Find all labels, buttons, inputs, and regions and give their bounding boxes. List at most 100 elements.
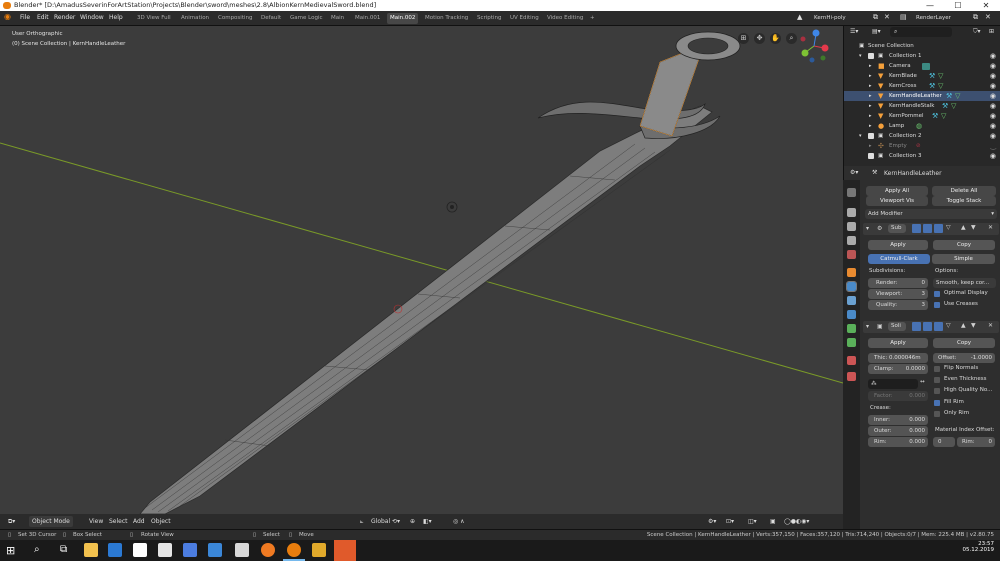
outliner-row-collection-1[interactable]: ▾ ▣ Collection 1 ◉ bbox=[844, 51, 1000, 61]
menu-file[interactable]: File bbox=[20, 14, 30, 21]
even-thickness-checkbox[interactable] bbox=[934, 377, 940, 383]
mode-selector[interactable]: Object Mode bbox=[29, 516, 73, 527]
viewport-levels-field[interactable]: Viewport: 3 bbox=[868, 289, 928, 299]
maximize-button[interactable]: ☐ bbox=[944, 0, 972, 11]
delete-all-button[interactable]: Delete All bbox=[932, 186, 996, 196]
particles-tab-icon[interactable] bbox=[847, 296, 856, 305]
copy-layer-icon[interactable]: ⧉ bbox=[973, 13, 978, 22]
eye-icon[interactable]: ◉ bbox=[990, 101, 996, 111]
modifier-tab-icon[interactable] bbox=[846, 281, 857, 292]
apply-all-button[interactable]: Apply All bbox=[866, 186, 928, 196]
material-rim-offset-field[interactable]: Rim: 0 bbox=[957, 437, 995, 447]
only-rim-checkbox[interactable] bbox=[934, 411, 940, 417]
windows-start-icon[interactable]: ⊞ bbox=[6, 544, 15, 557]
move-down-icon[interactable]: ▼ bbox=[971, 322, 976, 329]
proportional-edit-icon[interactable]: ◎ ∧ bbox=[453, 518, 465, 525]
active-app-icon[interactable] bbox=[334, 540, 356, 561]
search-icon[interactable]: ⌕ bbox=[34, 544, 40, 555]
view-menu[interactable]: View bbox=[89, 518, 103, 525]
calculator-icon[interactable] bbox=[235, 543, 249, 557]
subsurf-apply-button[interactable]: Apply bbox=[868, 240, 928, 250]
blender-taskbar-icon[interactable] bbox=[287, 543, 301, 557]
clamp-field[interactable]: Clamp: 0.0000 bbox=[868, 364, 928, 374]
material-offset-field[interactable]: 0 bbox=[933, 437, 955, 447]
collapse-arrow-icon[interactable]: ▾ bbox=[866, 225, 869, 232]
close-window-button[interactable]: ✕ bbox=[972, 0, 1000, 11]
flip-normals-checkbox[interactable] bbox=[934, 366, 940, 372]
eye-icon[interactable]: ◉ bbox=[990, 151, 996, 161]
outliner-row-camera[interactable]: ▸ ■ Camera ◉ bbox=[844, 61, 1000, 71]
output-tab-icon[interactable] bbox=[847, 222, 856, 231]
use-creases-checkbox[interactable] bbox=[934, 302, 940, 308]
outliner-row-kernhandleleather[interactable]: ▸ ▼ KernHandleLeather ⚒ ▽ ◉ bbox=[844, 91, 1000, 101]
eye-icon[interactable]: ◉ bbox=[990, 121, 996, 131]
display-mode-icon[interactable]: ▤▾ bbox=[872, 28, 881, 35]
object-tab-icon[interactable] bbox=[847, 268, 856, 277]
tab-main-002[interactable]: Main.002 bbox=[387, 13, 419, 24]
view-layer-tab-icon[interactable] bbox=[847, 236, 856, 245]
snap-target-icon[interactable]: ◧▾ bbox=[423, 518, 432, 525]
edit-mode-icon[interactable] bbox=[912, 224, 921, 233]
checkbox-icon[interactable] bbox=[868, 53, 874, 59]
eye-icon[interactable]: ◉ bbox=[990, 91, 996, 101]
texture-tab-icon[interactable] bbox=[847, 372, 856, 381]
expand-arrow-icon[interactable]: ▸ bbox=[869, 91, 872, 101]
solidify-name-field[interactable]: Soli bbox=[888, 322, 906, 331]
eye-icon[interactable]: ◉ bbox=[990, 81, 996, 91]
checkbox-icon[interactable] bbox=[868, 153, 874, 159]
clock[interactable]: 23:57 05.12.2019 bbox=[963, 541, 995, 553]
pivot-icon[interactable]: ⟲▾ bbox=[392, 518, 400, 525]
viewport-display-icon[interactable] bbox=[923, 224, 932, 233]
expand-arrow-icon[interactable]: ▸ bbox=[869, 81, 872, 91]
snap-icon[interactable]: ⊕ bbox=[410, 518, 415, 525]
remove-modifier-icon[interactable]: ✕ bbox=[988, 322, 993, 329]
photos-icon[interactable] bbox=[183, 543, 197, 557]
toggle-stack-button[interactable]: Toggle Stack bbox=[932, 196, 996, 206]
tab-video-editing[interactable]: Video Editing bbox=[544, 13, 586, 24]
cage-icon[interactable]: ▽ bbox=[946, 322, 951, 329]
outliner-search[interactable] bbox=[890, 27, 952, 37]
solidify-apply-button[interactable]: Apply bbox=[868, 338, 928, 348]
toggle-overlay-icon[interactable]: ⊞ bbox=[738, 33, 749, 44]
vertex-group-field[interactable]: ⁂ bbox=[868, 379, 918, 389]
menu-render[interactable]: Render bbox=[54, 14, 75, 21]
collapse-arrow-icon[interactable]: ▾ bbox=[866, 323, 869, 330]
uv-smooth-dropdown[interactable]: Smooth, keep cor... bbox=[933, 278, 996, 288]
select-menu[interactable]: Select bbox=[109, 518, 128, 525]
visibility-icon[interactable]: ⚙▾ bbox=[708, 518, 716, 525]
delete-scene-icon[interactable]: ✕ bbox=[884, 13, 890, 21]
catmull-clark-button[interactable]: Catmull-Clark bbox=[868, 254, 930, 264]
expand-arrow-icon[interactable]: ▸ bbox=[869, 141, 872, 151]
add-modifier-dropdown[interactable]: Add Modifier ▾ bbox=[865, 209, 997, 219]
hand-pan-icon[interactable]: ✋ bbox=[770, 33, 781, 44]
tab-default[interactable]: Default bbox=[258, 13, 284, 24]
minimize-button[interactable]: — bbox=[916, 0, 944, 11]
edge-icon[interactable] bbox=[108, 543, 122, 557]
factor-field[interactable]: Factor: 0.000 bbox=[868, 391, 928, 401]
zoom-icon[interactable]: ⌕ bbox=[786, 33, 797, 44]
outliner-row-lamp[interactable]: ▸ ● Lamp ◍ ◉ bbox=[844, 121, 1000, 131]
outliner-row-kernpommel[interactable]: ▸ ▼ KernPommel ⚒ ▽ ◉ bbox=[844, 111, 1000, 121]
outliner-row-kerncross[interactable]: ▸ ▼ KernCross ⚒ ▽ ◉ bbox=[844, 81, 1000, 91]
xray-icon[interactable]: ▣ bbox=[770, 518, 776, 525]
rim-crease-field[interactable]: Rim: 0.000 bbox=[868, 437, 928, 447]
new-collection-icon[interactable]: ⊞ bbox=[989, 28, 994, 35]
eye-icon[interactable]: ◉ bbox=[990, 51, 996, 61]
simple-button[interactable]: Simple bbox=[932, 254, 995, 264]
thickness-field[interactable]: Thic: 0.000046m bbox=[868, 353, 928, 363]
constraints-tab-icon[interactable] bbox=[847, 324, 856, 333]
move-up-icon[interactable]: ▲ bbox=[961, 322, 966, 329]
store-icon[interactable] bbox=[133, 543, 147, 557]
tab-animation[interactable]: Animation bbox=[178, 13, 212, 24]
camera-view-icon[interactable]: ✥ bbox=[754, 33, 765, 44]
tab-compositing[interactable]: Compositing bbox=[215, 13, 255, 24]
scene-selector[interactable]: KernHi-poly bbox=[806, 13, 868, 24]
solidify-copy-button[interactable]: Copy bbox=[933, 338, 995, 348]
3d-viewport[interactable]: User Orthographic (0) Scene Collection |… bbox=[0, 26, 843, 514]
remove-modifier-icon[interactable]: ✕ bbox=[988, 224, 993, 231]
tab-uv-editing[interactable]: UV Editing bbox=[507, 13, 542, 24]
eye-hidden-icon[interactable]: ‿ bbox=[990, 141, 996, 151]
tab-3d-view-full[interactable]: 3D View Full bbox=[134, 13, 174, 24]
expand-arrow-icon[interactable]: ▸ bbox=[869, 101, 872, 111]
subsurf-header[interactable]: ▾ ⚙ Sub ▽ ▲ ▼ ✕ bbox=[863, 223, 999, 235]
